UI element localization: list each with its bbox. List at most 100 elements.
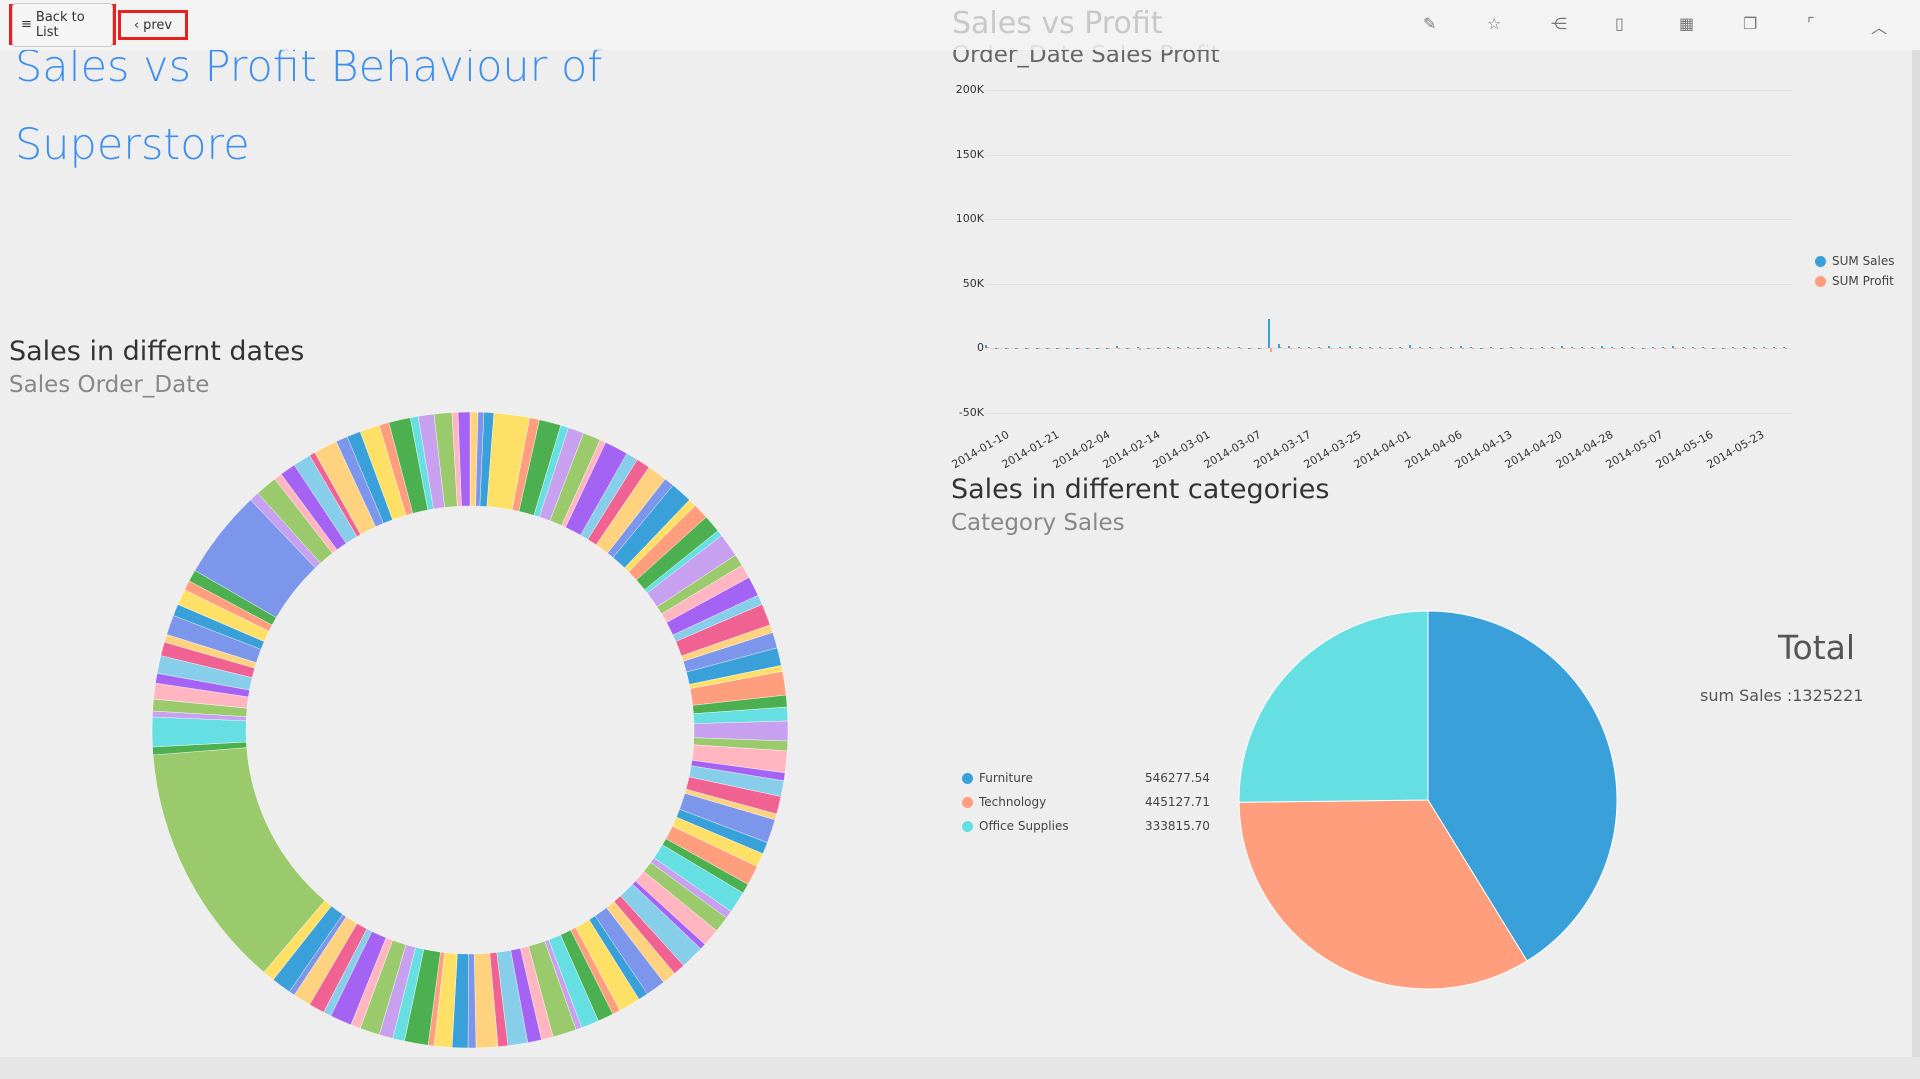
profit-bar[interactable] [1441,348,1444,350]
copy-icon[interactable]: ❐ [1743,14,1765,36]
profit-bar[interactable] [1431,348,1434,350]
profit-bar[interactable] [1562,348,1565,349]
profit-bar[interactable] [1189,348,1191,350]
profit-bar[interactable] [1724,348,1727,350]
profit-bar[interactable] [1633,348,1636,350]
profit-bar[interactable] [1421,348,1424,350]
profit-bar[interactable] [1643,348,1646,350]
profit-bar[interactable] [1623,348,1626,350]
profit-bar[interactable] [1492,348,1494,350]
profit-bar[interactable] [1683,348,1686,350]
profit-bar[interactable] [1077,348,1080,350]
profit-bar[interactable] [1603,348,1606,350]
donut-slice[interactable] [693,720,789,742]
donut-slice[interactable] [151,716,247,748]
profit-bar[interactable] [1340,348,1343,350]
back-to-list-button[interactable]: ≡ Back to List [9,2,116,47]
profit-bar[interactable] [1380,348,1383,350]
profit-bar[interactable] [1532,348,1535,350]
profit-bar[interactable] [1552,348,1555,350]
chevron-up-icon[interactable]: ︿ [1871,14,1893,37]
profit-bar[interactable] [1461,348,1464,349]
profit-bar[interactable] [1168,348,1171,350]
profit-bar[interactable] [1088,348,1090,350]
profit-bar[interactable] [1360,348,1363,350]
profit-bar[interactable] [1330,348,1333,349]
profit-bar[interactable] [1401,348,1404,350]
profit-bar[interactable] [1017,348,1020,350]
share-icon[interactable]: ⋲ [1551,14,1573,36]
profit-bar[interactable] [1249,348,1252,350]
profit-bar[interactable] [1542,348,1545,350]
profit-bar[interactable] [1209,348,1212,350]
profit-bar[interactable] [1350,348,1353,350]
profit-bar[interactable] [1391,348,1393,350]
sales-bar[interactable] [1267,319,1270,349]
prev-button[interactable]: ‹ prev [118,10,188,40]
profit-bar[interactable] [1279,346,1282,349]
pie-legend-item[interactable]: Furniture 546277.54 [962,771,1210,785]
profit-bar[interactable] [1067,348,1070,350]
profit-bar[interactable] [1310,348,1313,350]
profit-bar[interactable] [987,347,989,349]
profit-bar[interactable] [1007,348,1010,350]
profit-bar[interactable] [1613,348,1616,350]
legend-profit[interactable]: SUM Profit [1815,274,1894,288]
profit-bar[interactable] [1744,348,1747,350]
profit-bar[interactable] [1047,348,1050,350]
profit-bar[interactable] [1704,348,1707,350]
profit-bar[interactable] [1663,348,1666,350]
profit-bar[interactable] [1764,348,1767,350]
profit-bar[interactable] [1572,348,1575,350]
profit-bar[interactable] [1512,348,1515,350]
profit-bar[interactable] [1471,348,1474,350]
profit-bar[interactable] [1148,348,1151,350]
profit-bar[interactable] [1037,348,1040,350]
profit-bar[interactable] [1522,348,1525,350]
profit-bar[interactable] [1290,347,1292,349]
profit-bar[interactable] [1219,348,1222,350]
profit-bar[interactable] [1118,348,1121,349]
profit-bar[interactable] [1108,348,1111,350]
pie-slice-office-supplies[interactable] [1238,610,1429,803]
edit-icon[interactable]: ✎ [1423,14,1445,36]
profit-bar[interactable] [1411,347,1414,349]
profit-bar[interactable] [1098,348,1101,350]
pie-legend-item[interactable]: Office Supplies 333815.70 [962,819,1210,833]
profit-bar[interactable] [1582,348,1585,350]
legend-sales[interactable]: SUM Sales [1815,254,1895,268]
pie-legend-item[interactable]: Technology 445127.71 [962,795,1210,809]
profit-bar[interactable] [1128,348,1131,350]
star-icon[interactable]: ☆ [1487,14,1509,36]
profit-bar[interactable] [1734,348,1737,350]
profit-bar[interactable] [1754,348,1757,350]
profit-bar[interactable] [997,348,1000,350]
profit-bar[interactable] [1774,348,1777,350]
profit-bar[interactable] [1370,348,1373,350]
profit-bar[interactable] [1694,348,1696,350]
profit-bar[interactable] [1199,348,1202,350]
scrollbar[interactable] [1912,50,1920,1060]
profit-bar[interactable] [1229,348,1232,350]
profit-bar[interactable] [1481,348,1484,350]
profit-bar[interactable] [1502,348,1505,350]
profit-bar[interactable] [1239,348,1242,350]
profit-bar[interactable] [1451,348,1454,350]
profit-bar[interactable] [1714,348,1717,350]
profit-bar[interactable] [1593,348,1595,350]
profit-bar[interactable] [1158,348,1161,350]
profit-bar[interactable] [1269,348,1272,352]
pdf-icon[interactable]: ▯ [1615,14,1637,36]
profit-bar[interactable] [1673,348,1676,349]
profit-bar[interactable] [1259,348,1262,350]
profit-bar[interactable] [1057,348,1060,350]
fullscreen-icon[interactable]: ⌜ [1807,14,1829,36]
profit-bar[interactable] [1653,348,1656,350]
profit-bar[interactable] [1178,348,1181,350]
profit-bar[interactable] [1138,348,1141,350]
layout-filter-icon[interactable]: ▦ [1679,14,1701,36]
profit-bar[interactable] [1300,348,1303,350]
profit-bar[interactable] [1320,348,1323,350]
profit-bar[interactable] [1027,348,1030,350]
profit-bar[interactable] [1784,348,1787,350]
